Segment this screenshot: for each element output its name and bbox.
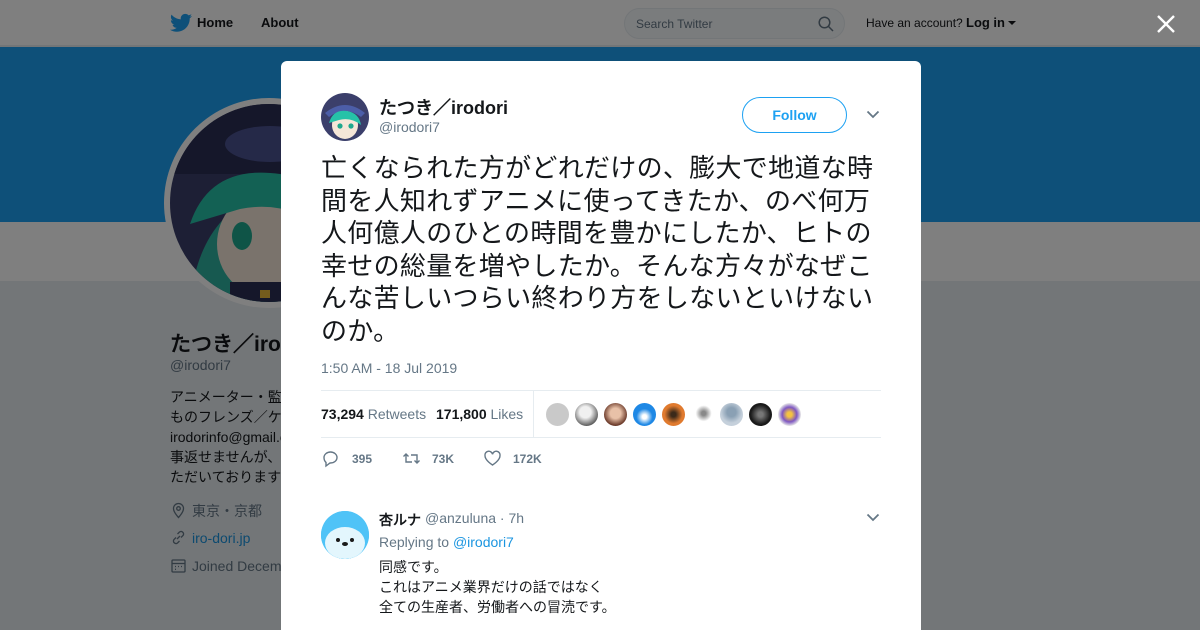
chevron-down-icon[interactable] [866,513,880,522]
follow-button[interactable]: Follow [742,97,847,133]
likes-count: 171,800 [436,406,487,422]
reply-icon [323,451,338,468]
replying-to-link[interactable]: @irodori7 [453,534,514,550]
author-name[interactable]: たつき／irodori [379,94,508,120]
replying-to: Replying to @irodori7 [379,534,514,550]
liker-avatar[interactable] [777,402,802,427]
liker-avatar[interactable] [545,402,570,427]
reply-author-handle[interactable]: @anzuluna · 7h [425,510,524,526]
retweet-stat[interactable]: 73,294 Retweets [321,406,426,422]
retweet-stat-label: Retweets [367,406,427,422]
tweet-text: 亡くなられた方がどれだけの、膨大で地道な時間を人知れずアニメに使ってきたか、のべ… [321,154,874,347]
liker-avatar[interactable] [603,402,628,427]
liker-avatar[interactable] [719,402,744,427]
tweet-stats: 73,294 Retweets 171,800 Likes [321,390,881,438]
like-action-count: 172K [513,452,542,466]
author-avatar-image [321,93,369,141]
chevron-down-icon[interactable] [866,110,880,119]
tweet-modal: たつき／irodori @irodori7 Follow 亡くなられた方がどれだ… [281,61,921,630]
reply-text: 同感です。 これはアニメ業界だけの話ではなく 全ての生産者、労働者への冒涜です。 [379,559,616,615]
author-avatar[interactable] [321,93,369,141]
reply-author-name[interactable]: 杏ルナ [379,510,421,530]
liker-avatar[interactable] [748,402,773,427]
liker-avatar[interactable] [574,402,599,427]
replying-to-prefix: Replying to [379,534,450,550]
author-handle[interactable]: @irodori7 [379,119,440,135]
heart-icon [484,450,501,466]
reply-handle-text: @anzuluna [425,510,497,526]
liker-avatar[interactable] [632,402,657,427]
likes-stat-label: Likes [490,406,524,422]
tweet-timestamp[interactable]: 1:50 AM - 18 Jul 2019 [321,360,457,376]
reply-time[interactable]: 7h [509,510,525,526]
stats-divider [533,391,534,438]
retweet-action-count: 73K [432,452,455,466]
likes-stat[interactable]: 171,800 Likes [436,406,523,422]
tweet-actions: 395 73K 172K [321,449,621,471]
close-icon[interactable] [1155,13,1177,35]
retweet-icon [403,453,420,464]
retweet-count: 73,294 [321,406,364,422]
reply-avatar[interactable] [321,511,369,559]
liker-avatar[interactable] [661,402,686,427]
reply-count: 395 [352,452,373,466]
seal-avatar-image [321,511,369,559]
liker-avatar[interactable] [690,402,715,427]
